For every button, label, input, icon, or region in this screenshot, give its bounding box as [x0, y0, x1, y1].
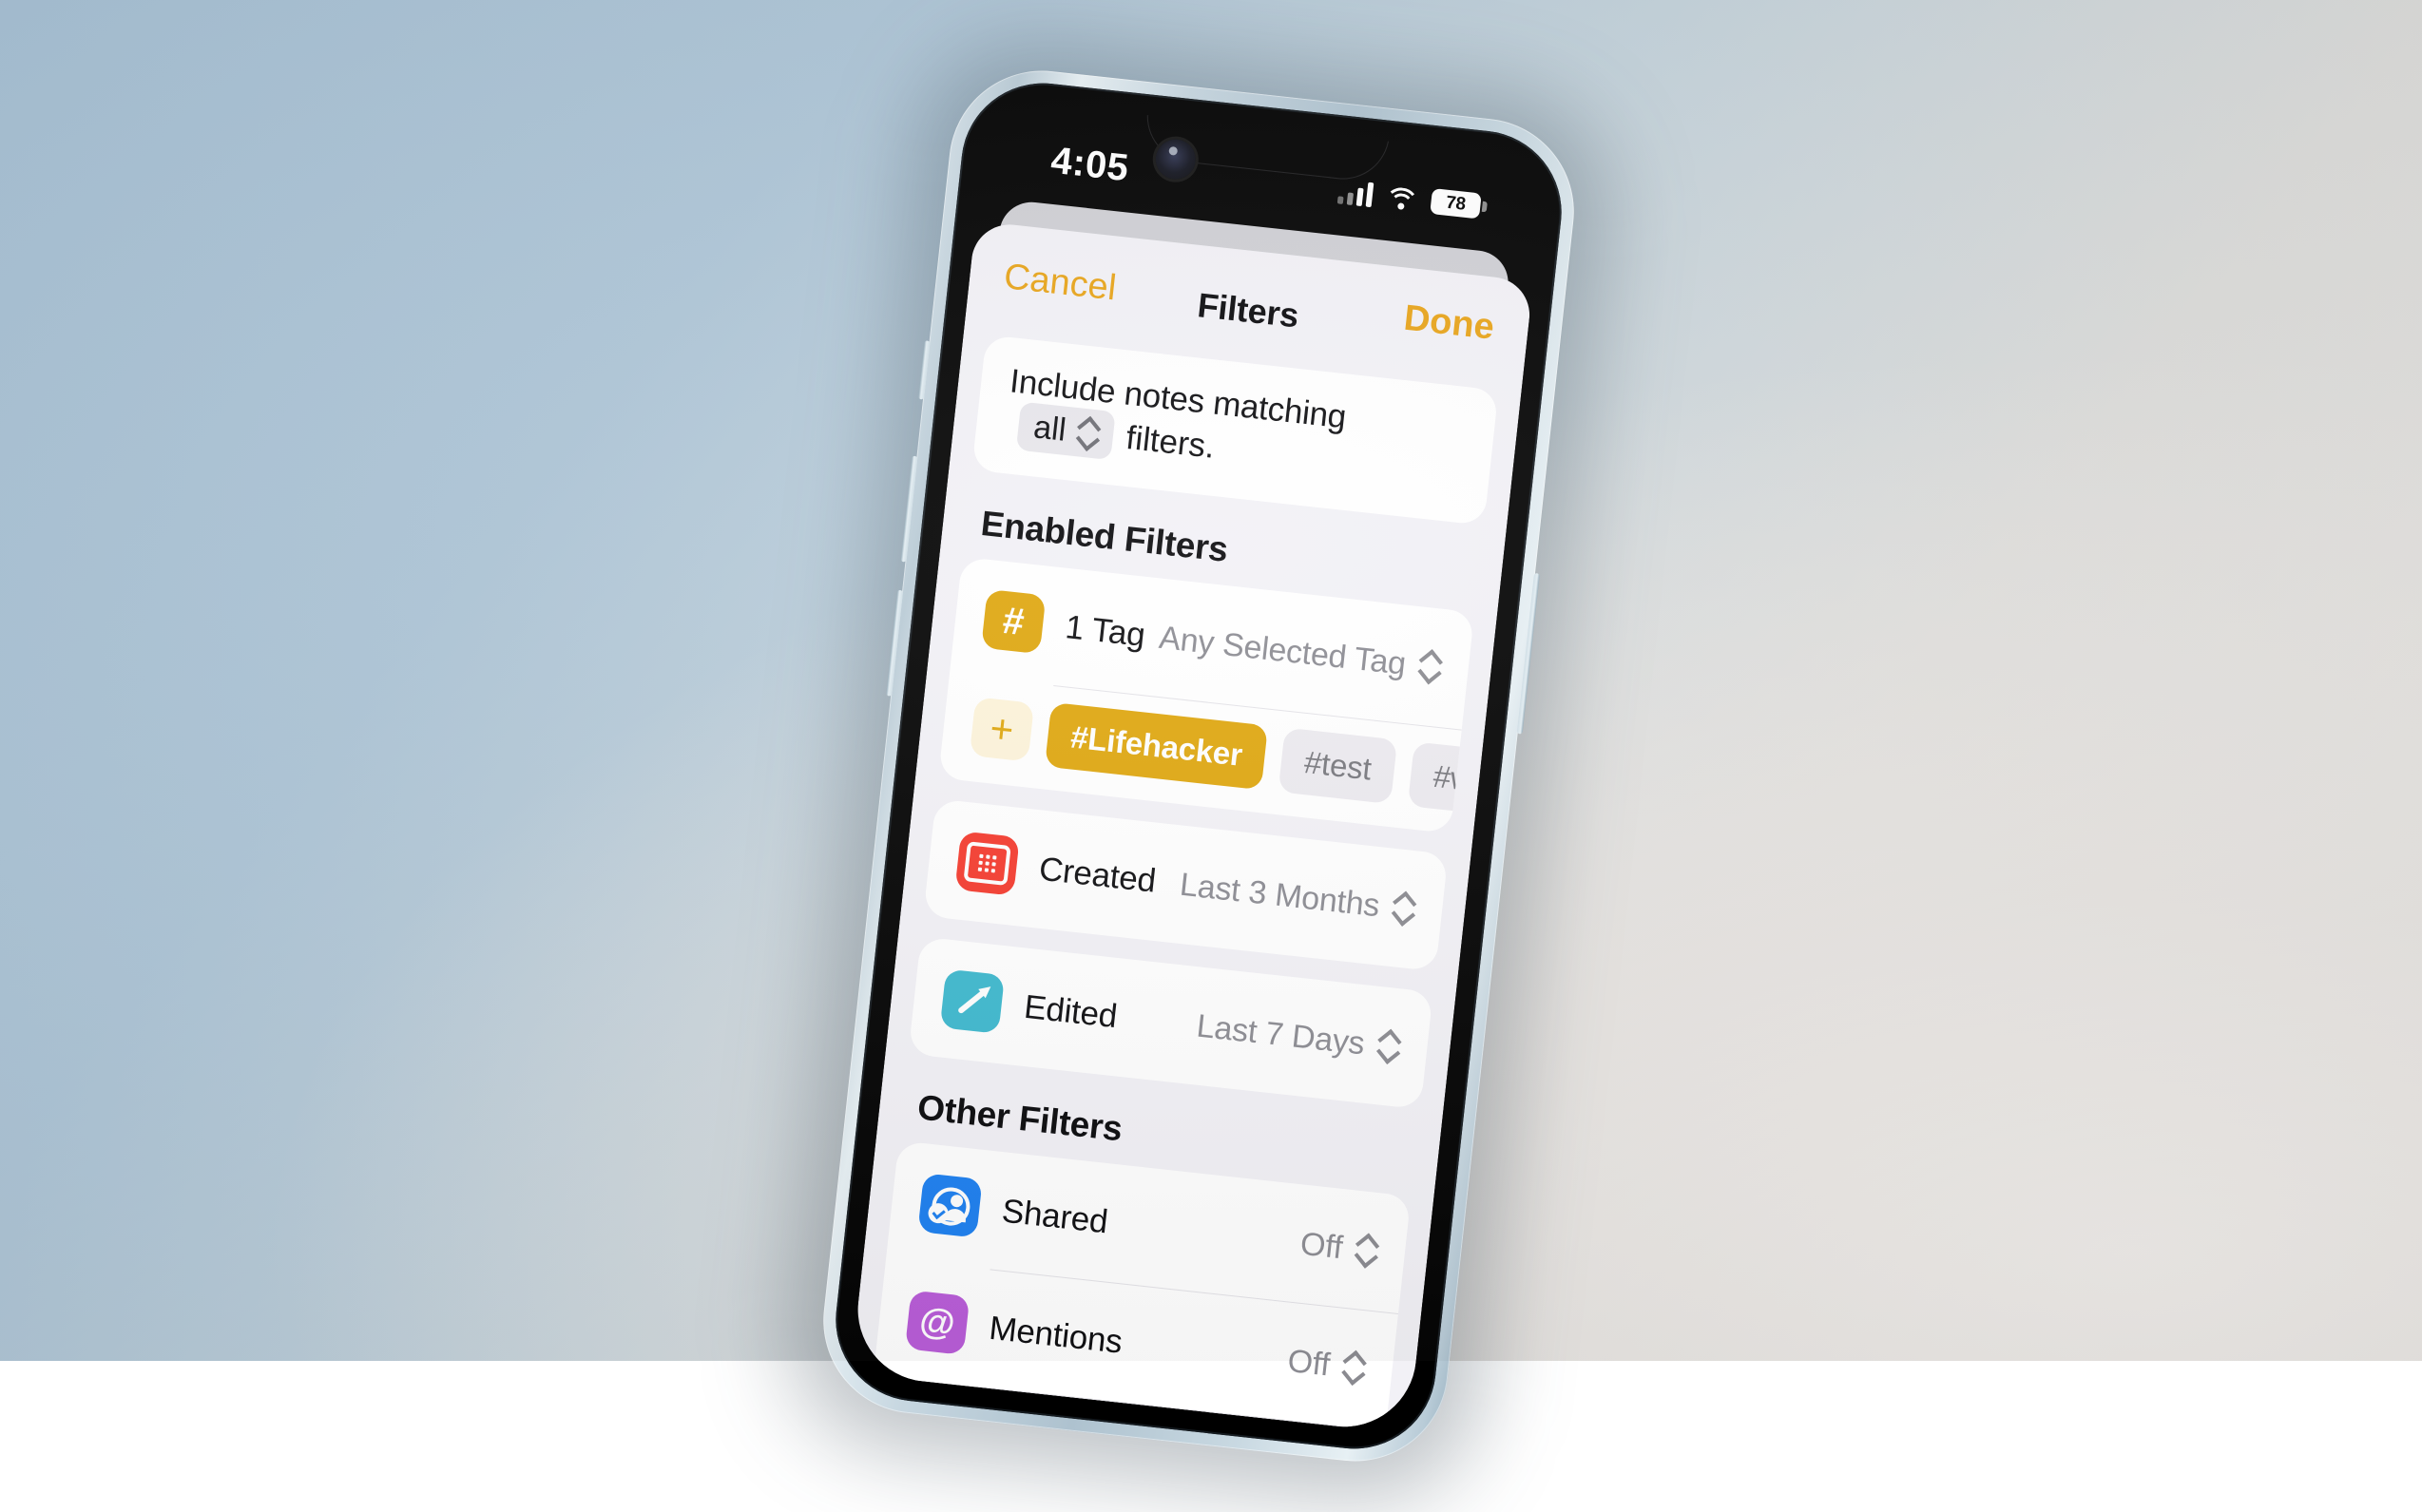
filters-sheet: Cancel Filters Done Include notes matchi…	[850, 220, 1534, 1434]
at-mention-icon: @	[904, 1290, 971, 1355]
filter-row-value[interactable]: Any Selected Tag	[1157, 619, 1441, 686]
battery-icon: 78	[1430, 188, 1482, 220]
calendar-icon	[954, 831, 1020, 896]
chevron-updown-icon	[1354, 1234, 1378, 1268]
filter-row-value[interactable]: Off	[1286, 1342, 1366, 1387]
filter-row-label: Created	[1037, 850, 1158, 900]
status-bar-indicators: 78	[1336, 178, 1482, 223]
hashtag-icon: #	[981, 588, 1047, 655]
filter-row-label: Shared	[1000, 1192, 1110, 1241]
filter-row-value[interactable]: Last 7 Days	[1195, 1007, 1400, 1066]
chevron-updown-icon	[1376, 1029, 1401, 1063]
match-rule-suffix: filters.	[1124, 418, 1217, 466]
device-bezel: 4:05 78 Cancel Filters Done Include note…	[827, 74, 1570, 1458]
wifi-icon	[1382, 183, 1420, 223]
pencil-icon	[939, 968, 1006, 1034]
add-tag-button[interactable]: +	[969, 697, 1035, 762]
filter-row-label: 1 Tag	[1063, 608, 1147, 654]
chevron-updown-icon	[1341, 1350, 1366, 1385]
status-bar-clock: 4:05	[1048, 139, 1131, 190]
other-filters-group: Shared Off @ Mentions Off	[850, 1140, 1412, 1434]
iphone-device: 4:05 78 Cancel Filters Done Include note…	[778, 32, 1619, 1512]
tag-chip-test[interactable]: #test	[1278, 727, 1397, 805]
chevron-updown-icon	[1417, 650, 1442, 684]
filter-row-value-text: Off	[1285, 1342, 1332, 1383]
chevron-updown-icon	[1391, 891, 1415, 926]
cellular-signal-icon	[1336, 179, 1374, 207]
match-rule-value: all	[1031, 409, 1068, 449]
filter-row-label: Mentions	[987, 1309, 1124, 1361]
match-rule-select[interactable]: all	[1015, 401, 1116, 461]
tag-chip-lifehacker[interactable]: #Lifehacker	[1044, 701, 1269, 791]
device-screen: 4:05 78 Cancel Filters Done Include note…	[850, 98, 1547, 1434]
filter-row-value-text: Last 7 Days	[1195, 1007, 1367, 1062]
filter-row-value[interactable]: Off	[1298, 1225, 1378, 1270]
filter-row-value-text: Off	[1298, 1225, 1345, 1266]
filter-row-value-text: Any Selected Tag	[1157, 619, 1408, 682]
enabled-filters-tag-group: # 1 Tag Any Selected Tag + #Lifehacker #…	[938, 556, 1475, 834]
battery-percent-label: 78	[1445, 192, 1467, 215]
plus-icon: +	[988, 705, 1016, 753]
filter-row-value[interactable]: Last 3 Months	[1178, 866, 1415, 928]
filter-row-value-text: Last 3 Months	[1178, 866, 1382, 924]
chevron-updown-icon	[1075, 416, 1100, 450]
tag-chip-work[interactable]: #work	[1407, 741, 1475, 820]
filter-row-label: Edited	[1022, 987, 1120, 1036]
shared-person-icon	[917, 1173, 983, 1238]
